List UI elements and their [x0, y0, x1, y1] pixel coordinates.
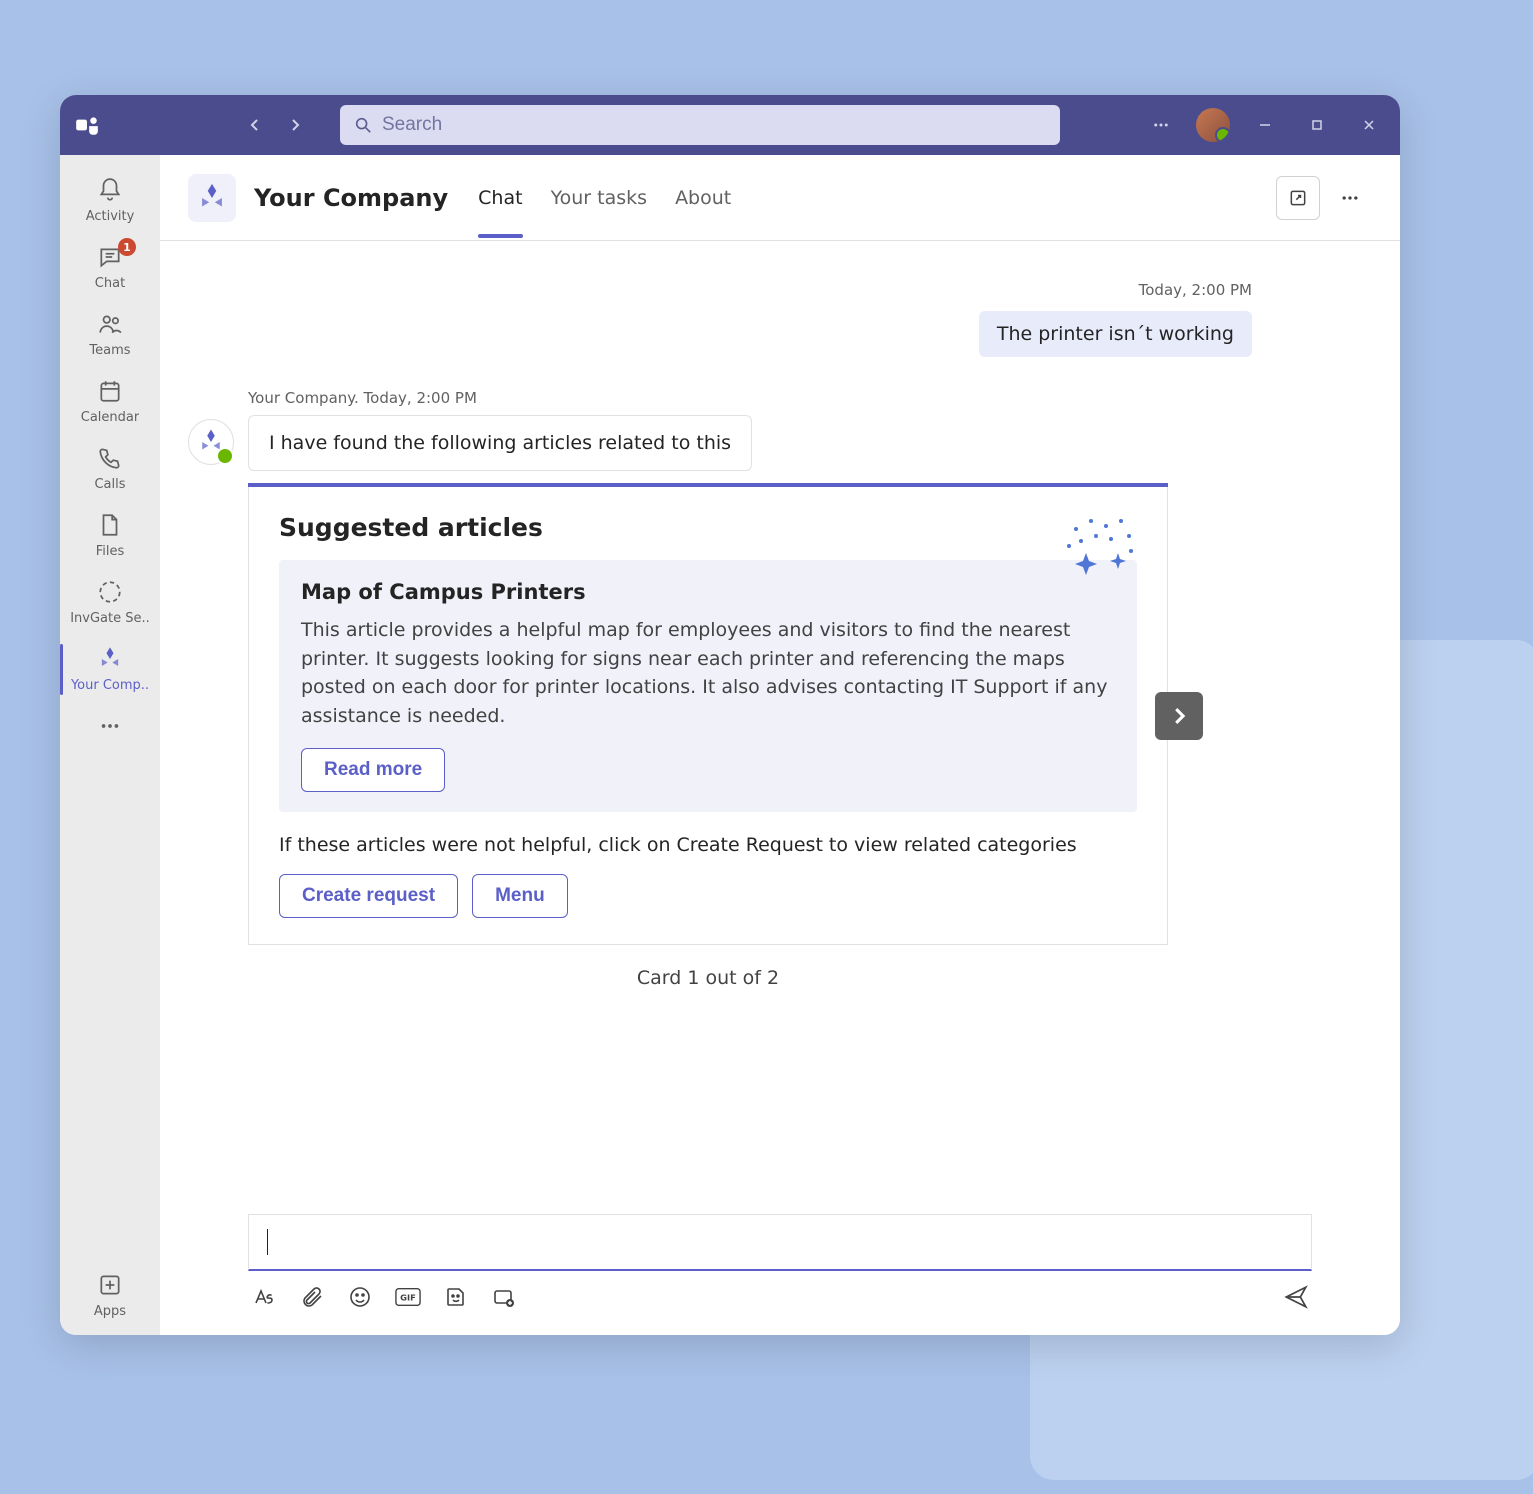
- read-more-button[interactable]: Read more: [301, 748, 445, 792]
- chat-badge: 1: [118, 238, 136, 256]
- bot-avatar: [188, 419, 234, 465]
- adaptive-card: Suggested articles Map of Campus Printer…: [248, 483, 1168, 997]
- tabs: Chat Your tasks About: [478, 159, 731, 237]
- search-input[interactable]: [382, 114, 1046, 136]
- bell-icon: [95, 175, 125, 205]
- card-counter: Card 1 out of 2: [248, 945, 1168, 997]
- rail-item-your-company[interactable]: Your Comp..: [60, 636, 160, 703]
- sparkle-decoration-icon: [1061, 511, 1141, 581]
- rail-item-files[interactable]: Files: [60, 502, 160, 569]
- article-title: Map of Campus Printers: [301, 580, 1115, 604]
- phone-icon: [95, 443, 125, 473]
- nav-back-button[interactable]: [238, 108, 272, 142]
- apps-icon: [95, 1270, 125, 1300]
- teams-logo-icon: [74, 112, 100, 138]
- card-next-button[interactable]: [1155, 692, 1203, 740]
- titlebar-more-button[interactable]: [1144, 108, 1178, 142]
- user-timestamp: Today, 2:00 PM: [188, 281, 1372, 299]
- message-input[interactable]: [248, 1214, 1312, 1271]
- people-icon: [95, 309, 125, 339]
- card-title: Suggested articles: [279, 513, 1137, 542]
- send-button[interactable]: [1282, 1283, 1310, 1311]
- window-maximize-button[interactable]: [1300, 108, 1334, 142]
- chat-thread: Today, 2:00 PM The printer isn´t working…: [160, 241, 1400, 1214]
- user-message: The printer isn´t working: [979, 311, 1252, 357]
- rail-item-activity[interactable]: Activity: [60, 167, 160, 234]
- rail-item-more[interactable]: [60, 703, 160, 751]
- rail-item-calls[interactable]: Calls: [60, 435, 160, 502]
- popout-button[interactable]: [1276, 176, 1320, 220]
- search-box[interactable]: [340, 105, 1060, 145]
- card-insert-icon[interactable]: [490, 1283, 518, 1311]
- calendar-icon: [95, 376, 125, 406]
- tab-chat[interactable]: Chat: [478, 159, 522, 237]
- article-body: This article provides a helpful map for …: [301, 616, 1115, 730]
- gif-icon[interactable]: GIF: [394, 1283, 422, 1311]
- user-avatar[interactable]: [1196, 108, 1230, 142]
- menu-button[interactable]: Menu: [472, 874, 568, 918]
- sticker-icon[interactable]: [442, 1283, 470, 1311]
- search-icon: [354, 116, 372, 134]
- app-avatar: [188, 174, 236, 222]
- app-name: Your Company: [254, 184, 448, 212]
- company-app-icon: [95, 644, 125, 674]
- bot-meta: Your Company. Today, 2:00 PM: [248, 389, 1372, 407]
- svg-text:GIF: GIF: [400, 1293, 416, 1303]
- titlebar: [60, 95, 1400, 155]
- file-icon: [95, 510, 125, 540]
- main-pane: Your Company Chat Your tasks About Today…: [160, 155, 1400, 1335]
- app-rail: Activity 1 Chat Teams Calendar: [60, 155, 160, 1335]
- article-box: Map of Campus Printers This article prov…: [279, 560, 1137, 812]
- more-icon: [95, 711, 125, 741]
- rail-item-teams[interactable]: Teams: [60, 301, 160, 368]
- rail-item-calendar[interactable]: Calendar: [60, 368, 160, 435]
- bot-message: I have found the following articles rela…: [248, 415, 752, 471]
- rail-item-invgate[interactable]: InvGate Se..: [60, 569, 160, 636]
- header-more-button[interactable]: [1328, 176, 1372, 220]
- teams-window: Activity 1 Chat Teams Calendar: [60, 95, 1400, 1335]
- window-close-button[interactable]: [1352, 108, 1386, 142]
- create-request-button[interactable]: Create request: [279, 874, 458, 918]
- invgate-icon: [95, 577, 125, 607]
- rail-item-chat[interactable]: 1 Chat: [60, 234, 160, 301]
- attach-icon[interactable]: [298, 1283, 326, 1311]
- tab-about[interactable]: About: [675, 159, 731, 237]
- chat-header: Your Company Chat Your tasks About: [160, 155, 1400, 241]
- composer: GIF: [160, 1214, 1400, 1335]
- nav-forward-button[interactable]: [278, 108, 312, 142]
- tab-your-tasks[interactable]: Your tasks: [551, 159, 648, 237]
- emoji-icon[interactable]: [346, 1283, 374, 1311]
- window-minimize-button[interactable]: [1248, 108, 1282, 142]
- format-icon[interactable]: [250, 1283, 278, 1311]
- rail-item-apps[interactable]: Apps: [60, 1262, 160, 1335]
- card-hint: If these articles were not helpful, clic…: [279, 834, 1137, 856]
